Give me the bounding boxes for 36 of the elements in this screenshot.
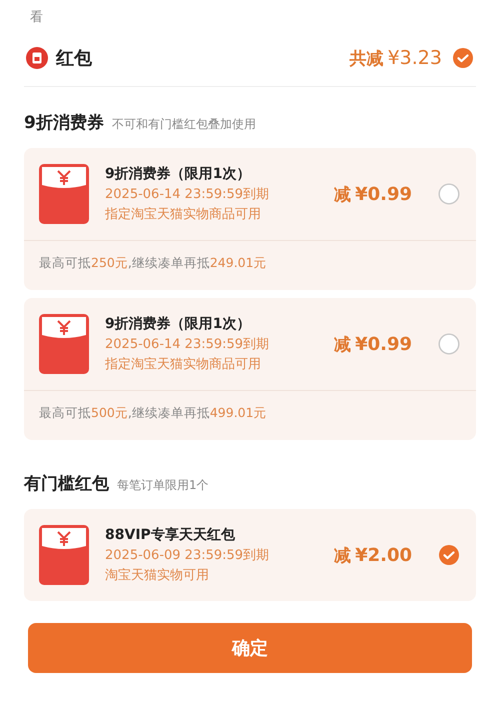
coupon-expiry: 2025-06-14 23:59:59到期 [105,186,270,203]
group-note: 不可和有门槛红包叠加使用 [112,116,256,133]
discount-amount: ¥0.99 [355,184,412,204]
partial-text: 看 [29,9,44,27]
discount-amount: ¥0.99 [355,334,412,354]
envelope-icon [39,164,89,224]
total-label: 共减 [350,48,384,70]
envelope-icon [39,314,89,374]
coupon-expiry: 2025-06-09 23:59:59到期 [105,547,270,564]
envelope-icon [26,47,48,69]
coupon-hint: 最高可抵250元,继续凑单再抵249.01元 [24,240,476,290]
coupon-scope: 指定淘宝天猫实物商品可用 [105,206,262,223]
section-title: 红包 [56,47,93,70]
coupon-hint: 最高可抵500元,继续凑单再抵499.01元 [24,390,476,440]
group-title: 9折消费券 [24,112,104,134]
discount-amount: ¥2.00 [355,544,412,566]
group-note: 每笔订单限用1个 [117,477,209,494]
discount-label: 减 [334,184,352,206]
coupon-scope: 指定淘宝天猫实物商品可用 [105,356,262,373]
group-title: 有门槛红包 [24,473,109,495]
checkmark-icon[interactable] [438,544,460,566]
coupon-expiry: 2025-06-14 23:59:59到期 [105,336,270,353]
coupon-card[interactable]: 9折消费券（限用1次） 2025-06-14 23:59:59到期 指定淘宝天猫实物商品可用 减 ¥0.99 最高可抵250元,继续凑单再抵249.01元 [24,148,476,290]
radio-icon[interactable] [438,183,460,205]
discount-label: 减 [334,334,352,356]
coupon-name: 9折消费券（限用1次） [105,315,252,333]
coupon-scope: 淘宝天猫实物可用 [105,567,210,584]
radio-icon[interactable] [438,333,460,355]
coupon-card[interactable]: 9折消费券（限用1次） 2025-06-14 23:59:59到期 指定淘宝天猫实物商品可用 减 ¥0.99 最高可抵500元,继续凑单再抵499.01元 [24,298,476,440]
coupon-name: 88VIP专享天天红包 [105,526,236,544]
coupon-name: 9折消费券（限用1次） [105,165,252,183]
checkmark-icon[interactable] [452,47,474,69]
discount-label: 减 [334,544,352,566]
total-amount: ¥3.23 [388,47,442,69]
envelope-icon [39,525,89,585]
coupon-card[interactable]: 88VIP专享天天红包 2025-06-09 23:59:59到期 淘宝天猫实物可用 减 ¥2.00 [24,509,476,601]
